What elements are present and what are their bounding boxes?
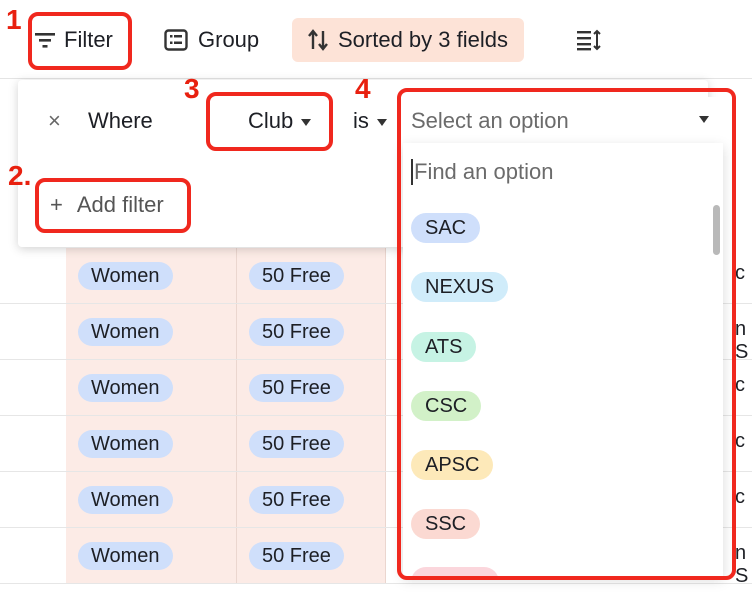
- row-height-icon: [576, 29, 602, 51]
- event-cell[interactable]: 50 Free: [237, 528, 386, 583]
- annotation-number-4: 4: [355, 73, 371, 104]
- annotation-number-2: 2.: [8, 160, 32, 191]
- annotation-number-1: 1: [6, 4, 22, 35]
- sort-button[interactable]: Sorted by 3 fields: [292, 18, 524, 62]
- event-cell[interactable]: 50 Free: [237, 472, 386, 527]
- event-cell[interactable]: 50 Free: [237, 360, 386, 415]
- club-cell-text: n S: [735, 542, 749, 587]
- annotation-box-value: [397, 88, 736, 580]
- operator-select-value: is: [353, 108, 369, 133]
- gender-tag: Women: [78, 262, 173, 290]
- event-tag: 50 Free: [249, 318, 344, 346]
- event-tag: 50 Free: [249, 374, 344, 402]
- gender-cell[interactable]: Women: [66, 416, 237, 471]
- gender-cell[interactable]: Women: [66, 528, 237, 583]
- row-height-button[interactable]: [576, 18, 602, 62]
- group-label: Group: [198, 27, 260, 52]
- annotation-box-add-filter: [35, 178, 191, 233]
- where-label: Where: [88, 108, 153, 133]
- club-cell-text: c: [735, 486, 745, 508]
- sort-label: Sorted by 3 fields: [338, 27, 508, 52]
- event-tag: 50 Free: [249, 486, 344, 514]
- event-cell[interactable]: 50 Free: [237, 416, 386, 471]
- gender-tag: Women: [78, 486, 173, 514]
- club-cell-text: c: [735, 262, 745, 284]
- club-cell-text: c: [735, 374, 745, 396]
- sort-arrows-icon: [308, 29, 328, 51]
- event-tag: 50 Free: [249, 262, 344, 290]
- gender-cell[interactable]: Women: [66, 248, 237, 303]
- gender-tag: Women: [78, 374, 173, 402]
- operator-select[interactable]: is: [353, 108, 387, 134]
- gender-tag: Women: [78, 430, 173, 458]
- chevron-down-icon: [376, 118, 387, 126]
- club-cell-text: c: [735, 430, 745, 452]
- annotation-number-3: 3: [184, 73, 200, 104]
- event-tag: 50 Free: [249, 542, 344, 570]
- gender-cell[interactable]: Women: [66, 472, 237, 527]
- annotation-box-filter: [28, 12, 132, 70]
- remove-condition-button[interactable]: ×: [48, 108, 61, 134]
- event-tag: 50 Free: [249, 430, 344, 458]
- group-button[interactable]: Group: [164, 18, 259, 62]
- annotation-box-field: [206, 92, 333, 151]
- gender-tag: Women: [78, 318, 173, 346]
- gender-tag: Women: [78, 542, 173, 570]
- group-icon: [164, 29, 188, 51]
- event-cell[interactable]: 50 Free: [237, 304, 386, 359]
- event-cell[interactable]: 50 Free: [237, 248, 386, 303]
- gender-cell[interactable]: Women: [66, 360, 237, 415]
- club-cell-text: n S: [735, 318, 749, 363]
- gender-cell[interactable]: Women: [66, 304, 237, 359]
